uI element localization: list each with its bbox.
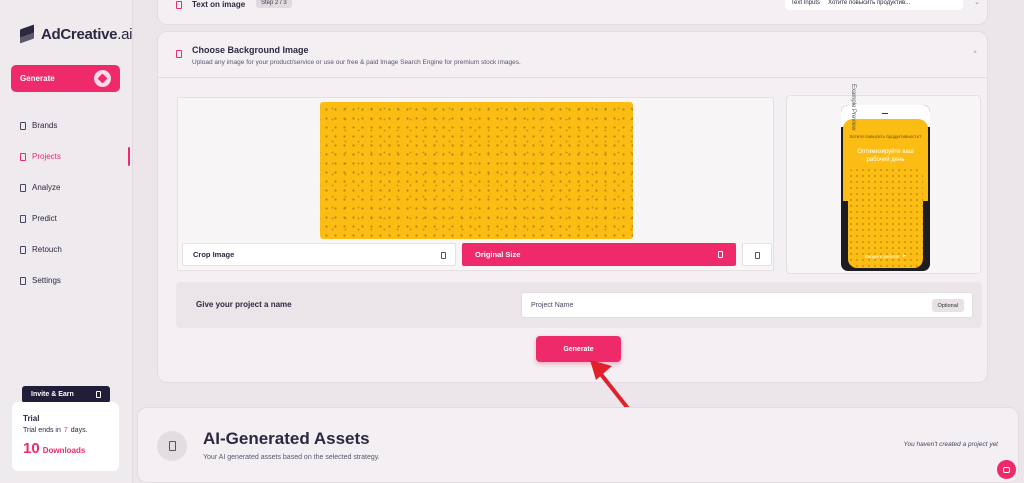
sidebar: AdCreative.ai Generate Brands Projects A…: [0, 0, 133, 483]
section-icon: [176, 1, 182, 9]
phone-notch: [871, 110, 900, 118]
brand-name: AdCreative: [41, 25, 118, 43]
sidebar-item-label: Brands: [32, 121, 58, 130]
projects-icon: [20, 152, 26, 161]
gift-icon: [96, 391, 101, 398]
ad-cta-label: Входите работа!: [865, 253, 900, 259]
ad-cta: Входите работа! ➤: [851, 251, 920, 261]
section-subtitle: Upload any image for your product/servic…: [192, 59, 521, 66]
generate-button[interactable]: Generate: [536, 336, 621, 362]
brands-icon: [20, 121, 26, 130]
sidebar-item-label: Retouch: [32, 245, 62, 254]
text-on-image-section[interactable]: Text on image Step 2 / 3 Text Inputs Хот…: [157, 0, 988, 25]
crop-icon: [441, 252, 446, 259]
options-icon: [755, 252, 760, 259]
chevron-down-icon[interactable]: ⌄: [974, 0, 980, 6]
downloads-label: Downloads: [42, 446, 86, 455]
sidebar-item-label: Projects: [32, 152, 61, 161]
chat-support-button[interactable]: [997, 460, 1016, 479]
sidebar-item-retouch[interactable]: Retouch: [0, 234, 133, 265]
trial-card: Trial Trial ends in 7 days. 10 Downloads: [12, 402, 119, 471]
invite-earn-button[interactable]: Invite & Earn: [22, 386, 110, 403]
text-inputs-tab[interactable]: Text Inputs Хотите повысить продуктив...: [785, 0, 963, 10]
crop-image-button[interactable]: Crop Image: [182, 243, 456, 266]
project-name-placeholder: Project Name: [531, 301, 574, 309]
assets-icon: [157, 431, 187, 461]
downloads-number: 10: [23, 440, 40, 457]
settings-icon: [20, 276, 26, 285]
more-options-button[interactable]: [742, 243, 772, 266]
crop-image-label: Crop Image: [193, 250, 235, 259]
project-name-input[interactable]: Project Name Optional: [521, 292, 973, 318]
sidebar-nav: Brands Projects Analyze Predict Retouch …: [0, 110, 133, 296]
trial-days: 7: [63, 427, 68, 434]
image-icon: [176, 50, 182, 58]
sidebar-item-label: Predict: [32, 214, 57, 223]
send-icon: ➤: [902, 253, 906, 258]
assets-title: AI-Generated Assets: [203, 429, 370, 448]
original-size-label: Original Size: [475, 250, 521, 259]
example-preview-label: Example Preview: [850, 84, 856, 131]
trial-ends-prefix: Trial ends in: [23, 427, 61, 434]
sidebar-item-label: Settings: [32, 276, 61, 285]
step-badge: Step 2 / 3: [256, 0, 292, 8]
logo-icon: [18, 25, 36, 43]
trial-ends-suffix: days.: [70, 427, 88, 434]
background-image-section: Choose Background Image Upload any image…: [157, 31, 988, 383]
phone-speaker: [882, 113, 888, 114]
project-name-label: Give your project a name: [196, 300, 292, 309]
section-title: Choose Background Image: [192, 45, 309, 55]
brand-suffix: .ai: [117, 25, 133, 43]
predict-icon: [20, 214, 26, 223]
brand-logo[interactable]: AdCreative.ai: [18, 25, 132, 43]
section-title: Text on image: [192, 0, 246, 9]
tab-text-value: Хотите повысить продуктив...: [828, 0, 911, 6]
ad-question-text: Хотите повысить продуктивность?: [849, 134, 922, 139]
assets-empty-state: You haven't created a project yet: [903, 441, 998, 448]
tab-text-inputs[interactable]: Text Inputs: [785, 0, 828, 6]
chat-icon: [1003, 466, 1010, 473]
downloads-count: 10 Downloads: [23, 440, 108, 457]
sidebar-item-settings[interactable]: Settings: [0, 265, 133, 296]
original-size-icon: [718, 251, 723, 258]
retouch-icon: [20, 245, 26, 254]
invite-earn-label: Invite & Earn: [31, 391, 74, 398]
cube-icon: [94, 70, 111, 87]
project-name-row: Give your project a name Project Name Op…: [176, 282, 982, 328]
sidebar-generate-label: Generate: [20, 74, 55, 83]
ai-generated-assets-section: AI-Generated Assets Your AI generated as…: [137, 407, 1019, 483]
sidebar-item-predict[interactable]: Predict: [0, 203, 133, 234]
sidebar-generate-button[interactable]: Generate: [11, 65, 120, 92]
trial-ends-text: Trial ends in 7 days.: [23, 427, 108, 434]
ad-headline-text: Оптимизируйте ваш рабочий день: [857, 149, 914, 163]
image-canvas: Crop Image Original Size: [177, 97, 774, 271]
sidebar-item-brands[interactable]: Brands: [0, 110, 133, 141]
sidebar-item-projects[interactable]: Projects: [0, 141, 133, 172]
assets-subtitle: Your AI generated assets based on the se…: [203, 454, 380, 461]
original-size-button[interactable]: Original Size: [462, 243, 736, 266]
section-header[interactable]: Choose Background Image Upload any image…: [158, 32, 987, 78]
optional-badge: Optional: [931, 299, 964, 312]
sidebar-item-label: Analyze: [32, 183, 61, 192]
background-image[interactable]: [320, 102, 633, 239]
trial-title: Trial: [23, 414, 40, 423]
sidebar-item-analyze[interactable]: Analyze: [0, 172, 133, 203]
analyze-icon: [20, 183, 26, 192]
example-preview: Хотите повысить продуктивность? Оптимизи…: [786, 95, 981, 274]
chevron-up-icon[interactable]: ▲: [972, 49, 978, 55]
